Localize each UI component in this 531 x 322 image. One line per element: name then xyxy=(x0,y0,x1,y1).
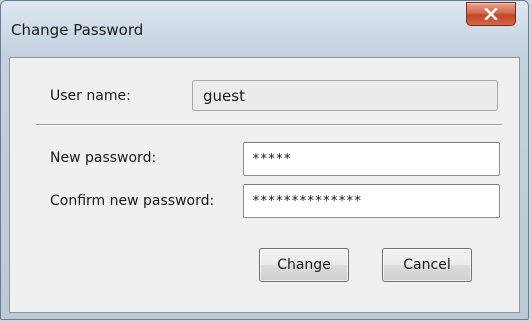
cancel-button[interactable]: Cancel xyxy=(382,248,472,282)
title-bar[interactable]: Change Password xyxy=(1,1,528,55)
confirm-password-input[interactable] xyxy=(243,184,500,218)
dialog-content: User name: guest New password: Confirm n… xyxy=(9,57,520,313)
username-label: User name: xyxy=(50,88,131,104)
username-field: guest xyxy=(192,80,498,111)
change-button[interactable]: Change xyxy=(259,248,349,282)
separator xyxy=(36,124,502,126)
close-icon xyxy=(484,8,498,20)
confirm-password-label: Confirm new password: xyxy=(50,193,215,209)
new-password-label: New password: xyxy=(50,150,157,166)
window-title: Change Password xyxy=(11,21,144,39)
close-button[interactable] xyxy=(466,2,516,26)
change-password-dialog: Change Password User name: guest New pas… xyxy=(0,0,529,320)
new-password-input[interactable] xyxy=(243,142,500,176)
